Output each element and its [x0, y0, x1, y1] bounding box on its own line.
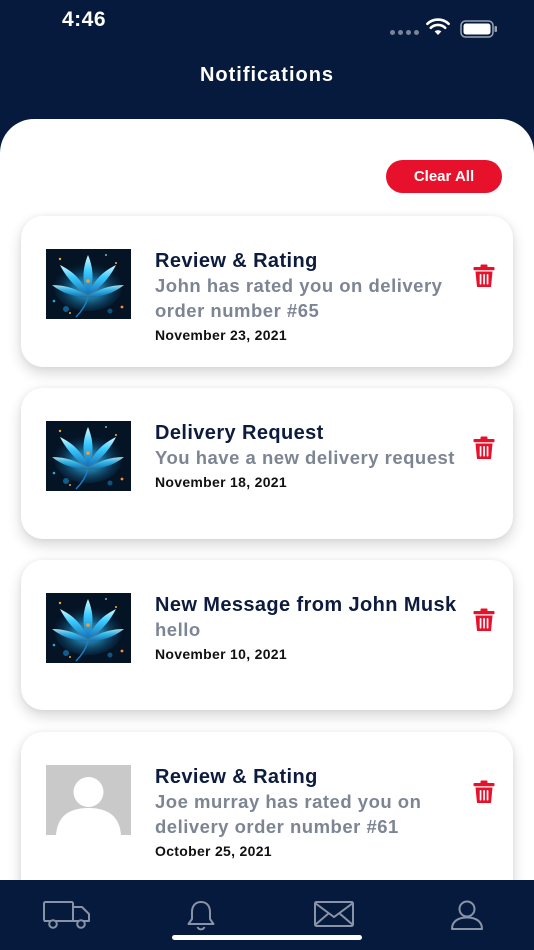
- notification-message: John has rated you on delivery order num…: [155, 275, 443, 321]
- notification-card[interactable]: Review & Rating Joe murray has rated you…: [21, 732, 513, 889]
- notification-date: November 10, 2021: [155, 646, 287, 662]
- battery-icon: [460, 20, 497, 38]
- notification-title: Review & Rating: [155, 250, 318, 272]
- notification-thumbnail: [46, 421, 131, 491]
- trash-icon[interactable]: [473, 436, 495, 460]
- notification-card[interactable]: New Message from John Musk hello Novembe…: [21, 560, 513, 710]
- truck-icon[interactable]: [42, 898, 92, 930]
- notification-message: hello: [155, 619, 201, 640]
- notification-date: November 23, 2021: [155, 327, 287, 343]
- bell-icon[interactable]: [184, 898, 218, 932]
- notification-title: Delivery Request: [155, 422, 324, 444]
- cellular-signal-icon: [390, 30, 419, 35]
- user-icon[interactable]: [449, 898, 485, 932]
- envelope-icon[interactable]: [313, 898, 355, 930]
- notification-thumbnail: [46, 249, 131, 319]
- notification-title: New Message from John Musk: [155, 594, 457, 616]
- notification-card[interactable]: Review & Rating John has rated you on de…: [21, 216, 513, 367]
- home-indicator: [172, 935, 362, 940]
- notification-date: October 25, 2021: [155, 843, 272, 859]
- notification-date: November 18, 2021: [155, 474, 287, 490]
- wifi-icon: [426, 18, 450, 35]
- trash-icon[interactable]: [473, 264, 495, 288]
- status-time: 4:46: [62, 8, 107, 31]
- notification-message: Joe murray has rated you on delivery ord…: [155, 791, 422, 837]
- trash-icon[interactable]: [473, 608, 495, 632]
- trash-icon[interactable]: [473, 780, 495, 804]
- page-title: Notifications: [199, 64, 335, 86]
- avatar: [46, 765, 131, 835]
- notification-title: Review & Rating: [155, 766, 318, 788]
- status-bar: 4:46: [0, 0, 534, 44]
- notifications-panel: Clear All Review & Rating John has rated…: [0, 119, 534, 889]
- clear-all-button[interactable]: Clear All: [386, 160, 502, 193]
- notification-thumbnail: [46, 593, 131, 663]
- notification-message: You have a new delivery request: [155, 447, 455, 468]
- notification-card[interactable]: Delivery Request You have a new delivery…: [21, 388, 513, 539]
